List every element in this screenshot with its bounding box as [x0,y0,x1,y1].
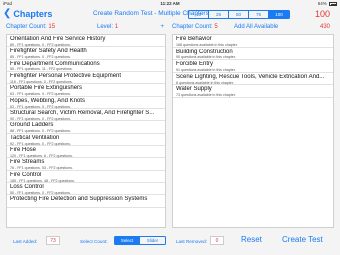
total-questions: 430 [319,24,330,30]
list-item[interactable]: Water Supply 73 questions available in th… [173,85,333,98]
status-bar: iPad 11:22 AM 64% [0,0,340,7]
last-added-label: Last Added: [13,239,38,244]
last-added-value: 73 [46,236,60,245]
chapter-title: Forcible Entry [176,61,214,68]
list-item[interactable]: Firefighter Personal Protective Equipmen… [7,72,165,85]
select-mode-toggle: Select Slider [114,236,166,245]
list-item[interactable]: Structural Search, Victim Removal, And F… [7,109,165,122]
selected-count: Chapter Count: 5 [172,24,218,30]
battery-indicator: 64% [318,1,337,6]
selected-count-label: Chapter Count: [172,24,213,30]
chapter-title: Portable Fire Extinguishers [10,85,83,92]
chapter-question-info: 73 questions available in this chapter. [176,93,236,98]
slider-mode-button[interactable]: Slider [140,237,165,244]
chapter-title: Protecting Fire Detection and Suppressio… [10,196,148,203]
chapter-title: Firefighter Safety And Health [10,48,87,55]
chapter-question-info: 90 questions available in this chapter. [176,55,236,60]
chapter-title: Fire Department Communications [10,60,100,67]
chapter-title: Tactical Ventilation [10,134,60,141]
chapter-title: Fire Control [10,171,42,178]
available-chapters-list[interactable]: Orientation And Fire Service History 89 -… [6,34,166,228]
list-item[interactable]: Tactical Ventilation 92 - FF1 questions. … [7,134,165,147]
select-mode-button[interactable]: Select [115,237,140,244]
right-header: Chapter Count: 5 Add All Available 430 [172,22,334,33]
chapter-question-info: 91 questions available in this chapter. [176,67,236,72]
chapter-question-info: 168 questions available in this chapter. [176,42,238,47]
selected-chapters-panel: Chapter Count: 5 Add All Available 430 F… [172,22,334,228]
create-test-button[interactable]: Create Test [282,235,323,244]
chapter-title: Loss Control [10,184,44,191]
left-header: Chapter Count: 15 Level: 1 + [6,22,166,33]
chapter-title: Ground Ladders [10,122,54,129]
nav-bar: ❮ Chapters Create Random Test - Multiple… [0,7,340,22]
list-item[interactable]: Fire Behavior 168 questions available in … [173,35,333,48]
last-removed-value: 0 [210,236,224,245]
list-item[interactable]: Scene Lighting, Rescue Tools, Vehicle Ex… [173,73,333,86]
chapter-title: Orientation And Fire Service History [10,36,106,42]
add-icon[interactable]: + [160,24,164,30]
level-value: 1 [114,24,119,30]
back-button[interactable]: ❮ Chapters [3,8,52,19]
last-removed-label: Last Removed: [176,239,207,244]
battery-percent: 64% [317,1,327,6]
list-item[interactable]: Ropes, Webbing, And Knots 63 - FF1 questi… [7,97,165,110]
chapter-title: Water Supply [176,86,212,93]
bottom-toolbar: Last Added: 73 Select Count: Select Slid… [0,230,340,255]
chapter-title: Fire Behavior [176,36,212,42]
list-item[interactable]: Portable Fire Extinguishers 63 - FF1 ques… [7,84,165,97]
chapter-count: Chapter Count: 15 [6,24,55,30]
segment-100[interactable]: 100 [269,11,289,18]
clock: 11:22 AM [160,1,180,6]
battery-icon [329,2,337,6]
chapter-title: Scene Lighting, Rescue Tools, Vehicle Ex… [176,73,325,80]
list-item[interactable]: Loss Control 50 - FF1 questions. 0 - FF2 … [7,183,165,196]
list-item[interactable]: Fire Control 185 - FF1 questions. 48 - FF… [7,171,165,184]
question-count-selector: 10 25 50 75 100 [188,10,290,19]
chapter-title: Fire Hose [10,147,37,154]
chapter-title: Building Construction [176,48,233,55]
add-all-button[interactable]: Add All Available [234,24,278,30]
selected-chapters-list[interactable]: Fire Behavior 168 questions available in … [172,34,334,228]
chapter-title: Firefighter Personal Protective Equipmen… [10,73,122,80]
chapter-count-label: Chapter Count: [6,24,47,30]
chapter-title: Fire Streams [10,159,45,166]
select-count-label: Select Count: [80,239,108,244]
selected-count-value: 5 [214,24,218,30]
level-label: Level: [97,24,114,30]
list-item[interactable]: Ground Ladders 88 - FF1 questions. 0 - FF… [7,121,165,134]
chapter-title: Ropes, Webbing, And Knots [10,97,85,104]
segment-10[interactable]: 10 [189,11,209,18]
chapter-count-value: 15 [48,24,56,30]
level-indicator: Level: 1 [97,24,118,30]
chapter-title: Structural Search, Victim Removal, And F… [10,110,155,117]
available-chapters-panel: Chapter Count: 15 Level: 1 + Orientation… [6,22,166,228]
list-item[interactable]: Protecting Fire Detection and Suppressio… [7,195,165,208]
list-item[interactable]: Fire Department Communications 55 - FF1 q… [7,60,165,73]
question-count: 100 [314,9,330,19]
list-item[interactable]: Fire Hose 120 - FF1 questions. 6 - FF2 qu… [7,146,165,159]
list-item[interactable]: Orientation And Fire Service History 89 -… [7,35,165,48]
segment-50[interactable]: 50 [229,11,249,18]
list-item[interactable]: Building Construction 90 questions availa… [173,48,333,61]
list-item[interactable]: Fire Streams 78 - FF1 questions. 53 - FF2… [7,158,165,171]
back-label: Chapters [13,8,53,19]
list-item[interactable]: Forcible Entry 91 questions available in … [173,60,333,73]
list-item[interactable]: Firefighter Safety And Health 85 - FF1 qu… [7,47,165,60]
segment-25[interactable]: 25 [209,11,229,18]
chevron-left-icon: ❮ [3,8,12,19]
chapter-question-info: 8 questions available in this chapter. [176,80,234,85]
segment-75[interactable]: 75 [249,11,269,18]
reset-button[interactable]: Reset [241,235,262,244]
